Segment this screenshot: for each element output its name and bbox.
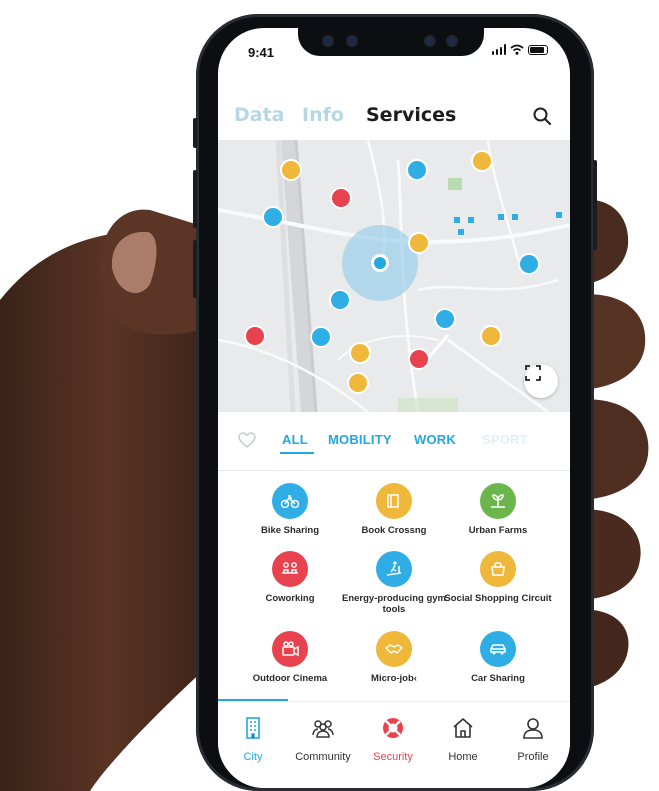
- category-sport[interactable]: SPORT: [482, 432, 528, 447]
- handshake-icon: [376, 631, 412, 667]
- lifebuoy-icon: [383, 718, 403, 738]
- service-label: Micro-job‹: [371, 673, 417, 684]
- tab-info[interactable]: Info: [302, 104, 344, 126]
- nav-community[interactable]: Community: [288, 716, 358, 763]
- service-bike-sharing[interactable]: Bike Sharing: [230, 483, 350, 536]
- service-urban-farms[interactable]: Urban Farms: [438, 483, 558, 536]
- fullscreen-button[interactable]: [524, 364, 558, 398]
- service-label: Coworking: [265, 593, 315, 604]
- category-all[interactable]: ALL: [282, 432, 308, 447]
- bottom-navigation: City Community Security Home Profile: [218, 701, 570, 788]
- coworking-icon: [272, 551, 308, 587]
- status-time: 9:41: [248, 45, 275, 60]
- category-filter: ALL MOBILITY WORK SPORT: [218, 412, 570, 471]
- camera-dot: [448, 37, 456, 45]
- service-social-shopping[interactable]: Social Shopping Circuit: [438, 551, 558, 604]
- services-grid: Bike Sharing Book Crossng Urban Farms Co…: [218, 471, 570, 701]
- profile-icon: [523, 718, 543, 739]
- battery-icon: [528, 45, 548, 55]
- nav-city[interactable]: City: [218, 716, 288, 763]
- service-label: Car Sharing: [471, 673, 525, 684]
- signal-icon: [491, 44, 506, 55]
- service-label: Energy-producing gym tools: [342, 593, 446, 615]
- nav-security[interactable]: Security: [358, 716, 428, 763]
- service-coworking[interactable]: Coworking: [230, 551, 350, 604]
- book-icon: [376, 483, 412, 519]
- service-micro-jobs[interactable]: Micro-job‹: [334, 631, 454, 684]
- volume-down-button: [193, 240, 197, 298]
- tab-data[interactable]: Data: [234, 104, 285, 126]
- services-map[interactable]: [218, 140, 570, 412]
- header-tabs: Data Info Services: [218, 100, 570, 138]
- heart-icon[interactable]: [238, 432, 256, 448]
- category-mobility[interactable]: MOBILITY: [328, 432, 392, 447]
- power-button: [593, 160, 597, 250]
- nav-label: Home: [448, 751, 478, 763]
- shopping-icon: [480, 551, 516, 587]
- treadmill-icon: [376, 551, 412, 587]
- volume-up-button: [193, 170, 197, 228]
- search-icon[interactable]: [532, 106, 552, 126]
- service-energy-gym-tools[interactable]: Energy-producing gym tools: [334, 551, 454, 615]
- map-canvas: [218, 140, 570, 412]
- mute-switch: [193, 118, 197, 148]
- nav-label: Community: [295, 751, 351, 763]
- car-icon: [480, 631, 516, 667]
- service-book-crossing[interactable]: Book Crossng: [334, 483, 454, 536]
- nav-label: Security: [373, 751, 413, 763]
- sensor-dot: [348, 37, 356, 45]
- building-icon: [246, 717, 260, 739]
- service-label: Book Crossng: [361, 525, 427, 536]
- wifi-icon: [510, 44, 524, 55]
- service-label: Outdoor Cinema: [252, 673, 328, 684]
- service-outdoor-cinema[interactable]: Outdoor Cinema: [230, 631, 350, 684]
- sensor-dot: [426, 37, 434, 45]
- service-label: Urban Farms: [468, 525, 528, 536]
- nav-profile[interactable]: Profile: [498, 716, 568, 763]
- cinema-icon: [272, 631, 308, 667]
- sensor-dot: [324, 37, 332, 45]
- farm-icon: [480, 483, 516, 519]
- nav-home[interactable]: Home: [428, 716, 498, 763]
- bike-icon: [272, 483, 308, 519]
- tab-services[interactable]: Services: [366, 104, 456, 126]
- category-work[interactable]: WORK: [414, 432, 456, 447]
- service-car-sharing[interactable]: Car Sharing: [438, 631, 558, 684]
- nav-label: Profile: [517, 751, 549, 763]
- service-label: Bike Sharing: [260, 525, 320, 536]
- status-icons: [491, 44, 548, 55]
- notch: [298, 28, 484, 56]
- nav-label: City: [243, 751, 263, 763]
- category-underline: [280, 452, 314, 454]
- phone-screen: 9:41 Data Info Services ALL MOBILITY WOR…: [218, 28, 570, 788]
- expand-icon: [525, 365, 541, 381]
- community-icon: [312, 720, 334, 738]
- home-icon: [453, 718, 473, 738]
- status-bar: 9:41: [218, 28, 570, 70]
- service-label: Social Shopping Circuit: [444, 593, 552, 604]
